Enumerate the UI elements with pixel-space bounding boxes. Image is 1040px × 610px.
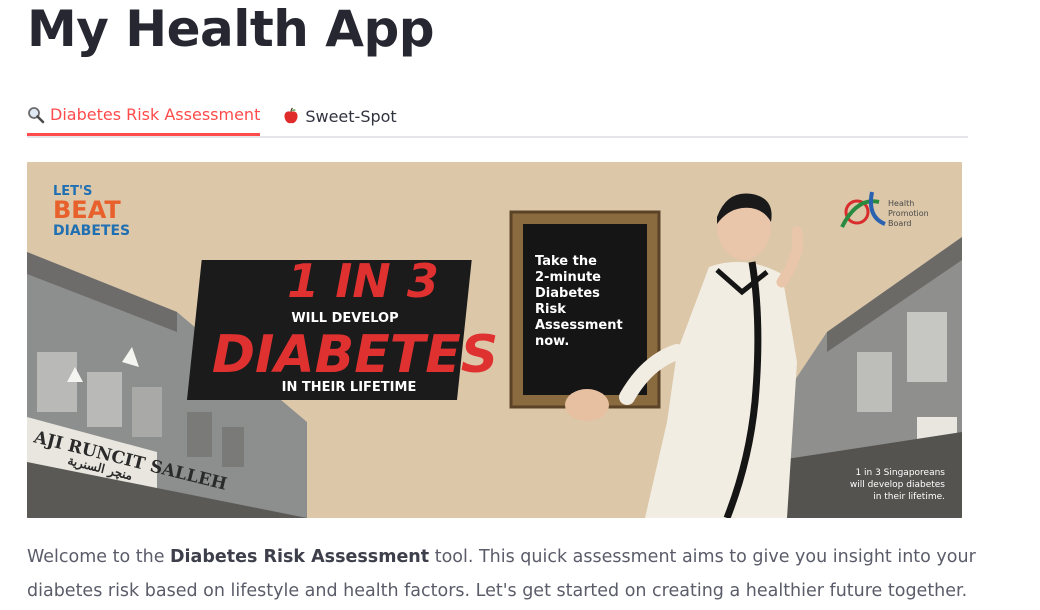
tab-bar: Diabetes Risk Assessment Sweet-Spot xyxy=(27,96,968,138)
banner-image: LET'S BEAT DIABETES 1 IN 3 WILL DEVELOP … xyxy=(27,162,962,518)
headline: 1 IN 3 WILL DEVELOP DIABETES IN THEIR LI… xyxy=(186,254,498,400)
svg-text:1 in 3 Singaporeans: 1 in 3 Singaporeans xyxy=(855,468,945,478)
intro-paragraph: Welcome to the Diabetes Risk Assessment … xyxy=(27,547,976,601)
svg-text:2-minute: 2-minute xyxy=(535,270,601,285)
campaign-banner: LET'S BEAT DIABETES 1 IN 3 WILL DEVELOP … xyxy=(27,162,962,518)
svg-text:IN THEIR LIFETIME: IN THEIR LIFETIME xyxy=(282,380,417,395)
tab-label: Diabetes Risk Assessment xyxy=(50,105,261,124)
svg-text:in their lifetime.: in their lifetime. xyxy=(873,492,945,502)
svg-text:Risk: Risk xyxy=(535,302,566,317)
svg-text:1 IN 3: 1 IN 3 xyxy=(287,254,439,308)
svg-text:Assessment: Assessment xyxy=(535,318,623,333)
svg-text:Promotion: Promotion xyxy=(888,209,929,218)
tab-diabetes-risk-assessment[interactable]: Diabetes Risk Assessment xyxy=(27,96,261,136)
tab-sweet-spot[interactable]: Sweet-Spot xyxy=(282,96,397,136)
svg-text:Health: Health xyxy=(888,199,914,208)
svg-text:Diabetes: Diabetes xyxy=(535,286,600,301)
svg-text:Take the: Take the xyxy=(535,254,597,269)
magnifier-icon xyxy=(28,106,45,123)
tab-label: Sweet-Spot xyxy=(305,106,397,126)
svg-text:DIABETES: DIABETES xyxy=(53,223,130,239)
svg-text:BEAT: BEAT xyxy=(53,196,121,224)
page-title: My Health App xyxy=(27,0,435,58)
svg-text:will develop diabetes: will develop diabetes xyxy=(850,480,945,490)
intro-tool-name: Diabetes Risk Assessment xyxy=(170,547,430,567)
apple-icon xyxy=(284,107,298,124)
svg-text:Board: Board xyxy=(888,219,912,228)
svg-text:now.: now. xyxy=(535,334,569,349)
svg-text:WILL DEVELOP: WILL DEVELOP xyxy=(291,311,398,326)
svg-text:DIABETES: DIABETES xyxy=(212,325,498,385)
